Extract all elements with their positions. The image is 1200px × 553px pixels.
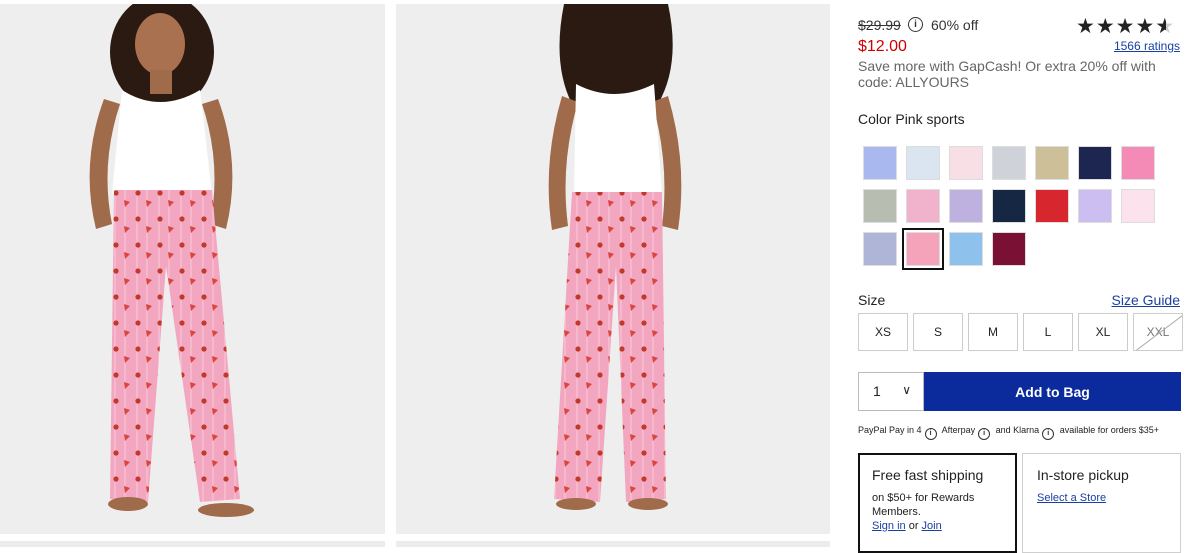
star-icon: ★	[1135, 15, 1156, 38]
shipping-title: Free fast shipping	[872, 467, 984, 483]
product-image-front[interactable]	[0, 4, 385, 534]
color-swatch-pink-sports[interactable]	[902, 228, 944, 270]
sign-in-link[interactable]: Sign in	[872, 520, 906, 532]
info-icon[interactable]: i	[1042, 428, 1055, 440]
unavailable-slash	[1134, 314, 1182, 350]
payment-note: available for orders $35+	[1059, 425, 1159, 435]
quantity-select[interactable]: 1 ∨	[858, 372, 924, 411]
klarna-label: Klarna	[1013, 425, 1040, 435]
or-text: or	[908, 520, 919, 532]
color-swatch-pink-cherries[interactable]	[906, 189, 940, 223]
discount-label: 60% off	[931, 17, 979, 33]
size-button-m[interactable]: M	[968, 313, 1018, 351]
afterpay-label: Afterpay	[941, 425, 976, 435]
promo-text: Save more with GapCash! Or extra 20% off…	[858, 58, 1156, 90]
paypal-label: PayPal Pay in 4	[858, 425, 922, 435]
color-swatch-light-pink-print[interactable]	[1121, 189, 1155, 223]
color-swatch-blue-stripe[interactable]	[863, 146, 897, 180]
size-button-label: M	[988, 325, 998, 339]
sale-price: $12.00	[858, 38, 907, 55]
color-swatch-pink-hearts[interactable]	[949, 146, 983, 180]
add-to-bag-button[interactable]: Add to Bag	[924, 372, 1181, 411]
color-label: Color	[858, 111, 892, 127]
star-icon: ★	[1076, 15, 1096, 38]
original-price: $29.99	[858, 17, 901, 33]
color-swatch-khaki-stripe[interactable]	[1035, 146, 1069, 180]
model-back-illustration	[396, 4, 830, 534]
color-swatch-light-blue-print[interactable]	[906, 146, 940, 180]
thumbnail-strip[interactable]	[396, 541, 830, 547]
star-icon: ★	[1115, 15, 1136, 38]
star-icon: ★	[1095, 15, 1116, 38]
shipping-text: on $50+ for Rewards Members. Sign in or …	[872, 491, 1003, 533]
info-icon[interactable]: i	[908, 17, 923, 32]
thumbnail-strip[interactable]	[0, 541, 385, 547]
color-swatch-lavender-print[interactable]	[1078, 189, 1112, 223]
info-icon[interactable]: i	[978, 428, 991, 440]
size-button-xl[interactable]: XL	[1078, 313, 1128, 351]
pickup-option-card[interactable]: In-store pickup Select a Store	[1022, 453, 1181, 553]
star-rating[interactable]: ★★★★★ ★	[1076, 14, 1175, 39]
size-button-l[interactable]: L	[1023, 313, 1073, 351]
pickup-text: Select a Store	[1037, 491, 1166, 505]
color-swatch-navy-stripe[interactable]	[863, 232, 897, 266]
shipping-description: on $50+ for Rewards Members.	[872, 492, 975, 518]
size-guide-link[interactable]: Size Guide	[1112, 292, 1180, 308]
model-front-illustration	[0, 4, 385, 534]
pickup-title: In-store pickup	[1037, 467, 1129, 483]
quantity-value: 1	[873, 383, 881, 399]
color-swatch-purple-plaid[interactable]	[949, 189, 983, 223]
color-swatch-gray-plaid[interactable]	[863, 189, 897, 223]
size-button-label: L	[1044, 325, 1052, 339]
shipping-option-card[interactable]: Free fast shipping on $50+ for Rewards M…	[858, 453, 1017, 553]
payment-options-line: PayPal Pay in 4i Afterpay i and Klarna i a…	[858, 425, 1159, 440]
color-swatch-burgundy-print[interactable]	[992, 232, 1026, 266]
size-button-label: S	[933, 325, 942, 339]
color-swatch-navy-floral[interactable]	[992, 189, 1026, 223]
size-button-xs[interactable]: XS	[858, 313, 908, 351]
size-button-label: XS	[874, 325, 891, 339]
color-swatch-red-plaid[interactable]	[1035, 189, 1069, 223]
chevron-down-icon: ∨	[902, 383, 911, 397]
size-label: Size	[858, 292, 886, 308]
info-icon[interactable]: i	[924, 428, 937, 440]
color-swatch-gray-heart[interactable]	[992, 146, 1026, 180]
color-swatch-pink-stripe[interactable]	[1121, 146, 1155, 180]
size-button-s[interactable]: S	[913, 313, 963, 351]
color-label-row: Color Pink sports	[858, 111, 965, 127]
size-button-xxl[interactable]: XXL	[1133, 313, 1183, 351]
join-link[interactable]: Join	[922, 520, 942, 532]
color-swatch-blue-rainbow[interactable]	[949, 232, 983, 266]
and-text: and	[995, 425, 1011, 435]
size-button-label: XL	[1095, 325, 1111, 339]
product-image-back[interactable]	[396, 4, 830, 534]
color-swatch-navy-dots[interactable]	[1078, 146, 1112, 180]
half-star-icon: ★ ★	[1155, 15, 1176, 38]
ratings-count-link[interactable]: 1566 ratings	[1114, 39, 1180, 53]
selected-color-name: Pink sports	[895, 111, 965, 127]
select-store-link[interactable]: Select a Store	[1037, 492, 1106, 504]
